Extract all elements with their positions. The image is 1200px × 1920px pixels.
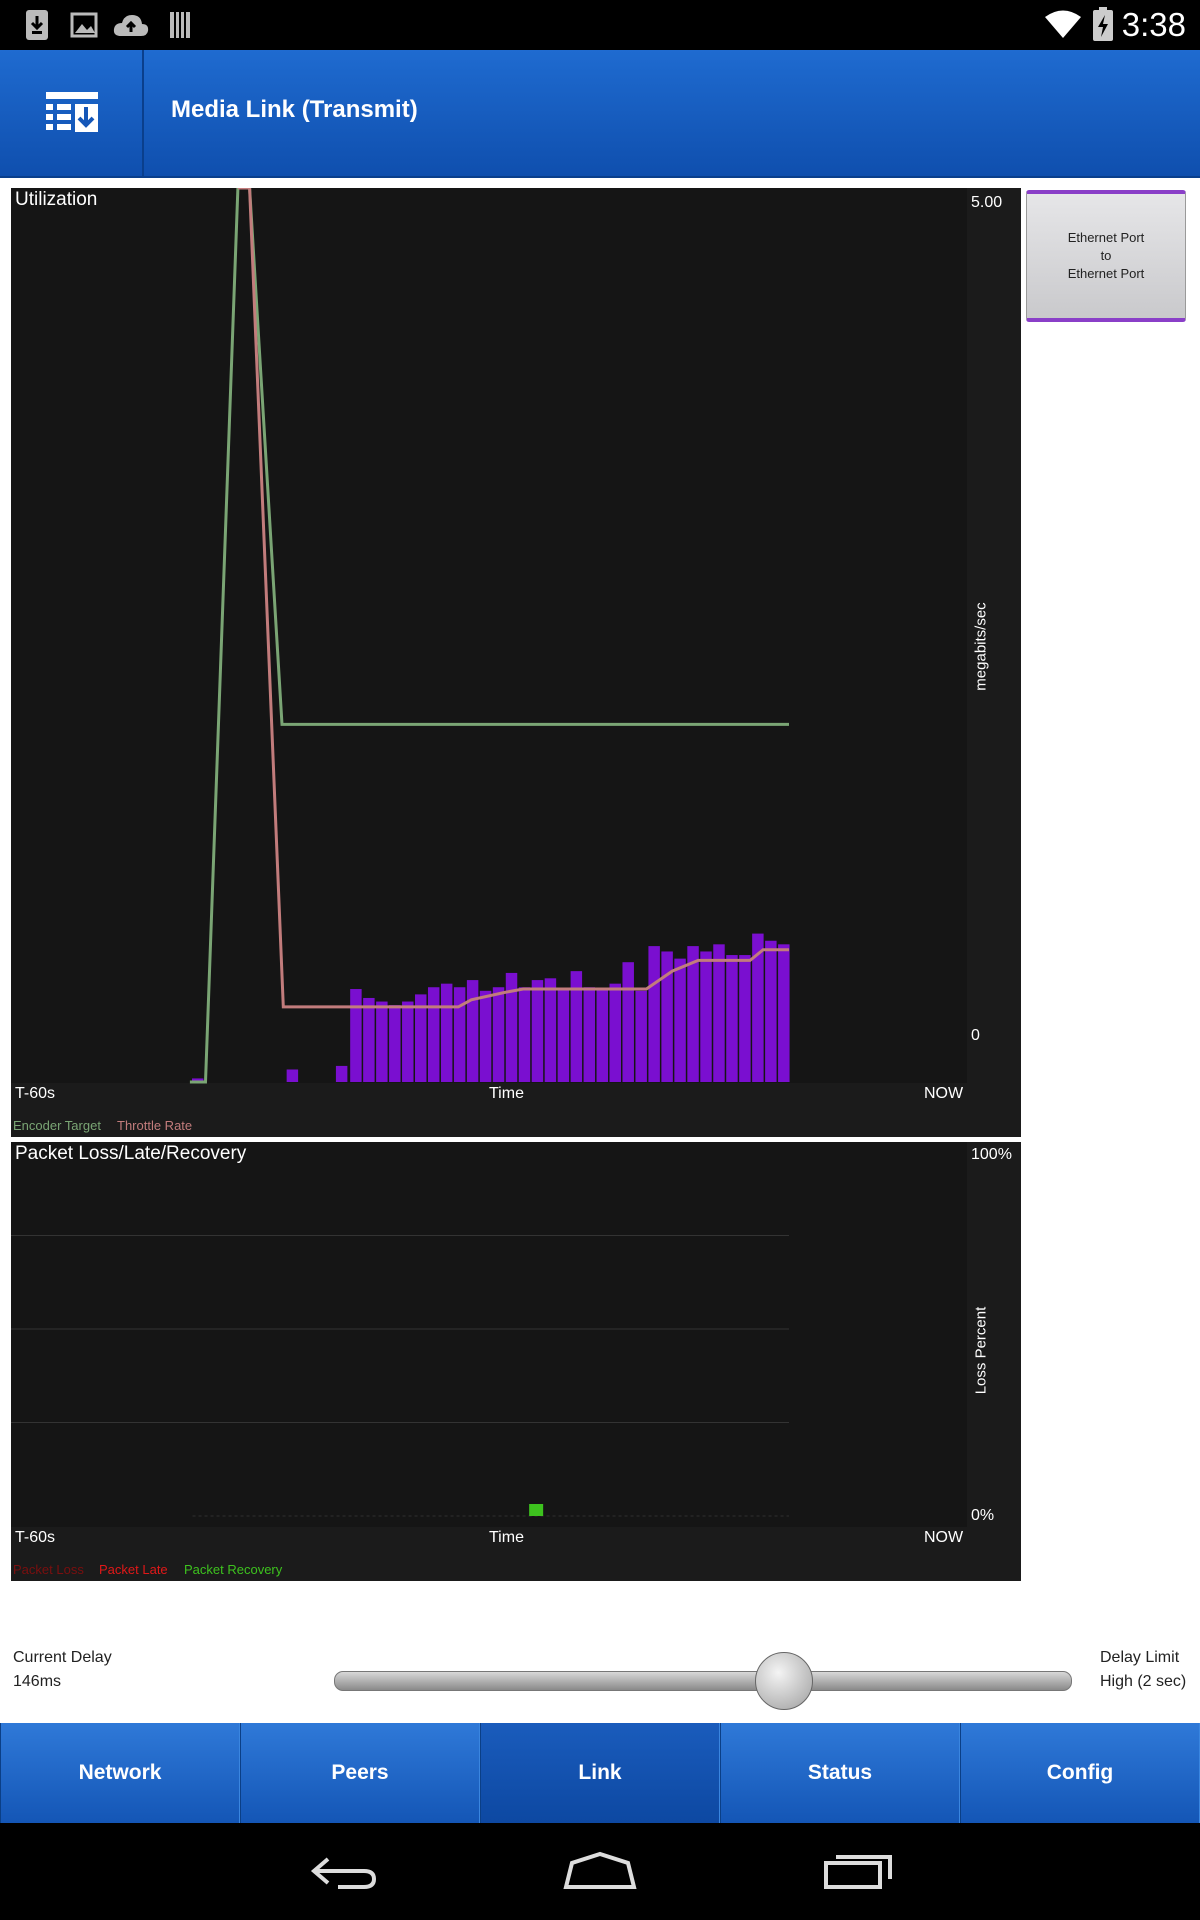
download-icon (26, 10, 48, 40)
y-min-label: 0% (971, 1507, 995, 1524)
tab-peers[interactable]: Peers (240, 1723, 480, 1823)
tab-config[interactable]: Config (960, 1723, 1200, 1823)
x-axis-label: Time (489, 1085, 524, 1102)
bottom-tab-bar: Network Peers Link Status Config (0, 1723, 1200, 1823)
utilization-bar (479, 990, 492, 1082)
delay-limit-label: Delay Limit (1100, 1649, 1180, 1666)
packet-loss-chart: Packet Loss/Late/Recovery 100% 0% Loss P… (11, 1142, 1021, 1581)
utilization-bar (609, 983, 621, 1082)
legend-packet-recovery: Packet Recovery (184, 1562, 283, 1577)
side-button-line2: to (1100, 248, 1112, 263)
utilization-bar (350, 989, 362, 1082)
utilization-bar (402, 1001, 414, 1082)
utilization-bar (376, 1001, 388, 1082)
delay-limit-value: High (2 sec) (1100, 1673, 1187, 1690)
utilization-bar (622, 962, 634, 1082)
recent-apps-icon[interactable] (822, 1851, 894, 1891)
ethernet-port-button[interactable]: Ethernet Port to Ethernet Port (1026, 190, 1186, 322)
utilization-bar (544, 978, 557, 1082)
image-icon (70, 12, 98, 38)
utilization-bar (557, 989, 570, 1082)
side-button-line1: Ethernet Port (1067, 230, 1145, 245)
utilization-bar (674, 958, 686, 1082)
x-start-label: T-60s (15, 1085, 56, 1102)
utilization-bar (739, 955, 751, 1082)
app-header: Media Link (Transmit) (0, 50, 1200, 178)
menu-button[interactable] (0, 50, 144, 176)
legend-packet-late: Packet Late (99, 1562, 168, 1577)
utilization-bar (648, 946, 660, 1082)
utilization-bar (765, 940, 777, 1082)
chart-title: Utilization (15, 189, 98, 210)
utilization-plot (11, 188, 1021, 1137)
utilization-bar (713, 944, 725, 1082)
y-min-label: 0 (971, 1027, 980, 1044)
tab-status[interactable]: Status (720, 1723, 960, 1823)
home-icon[interactable] (562, 1851, 638, 1891)
utilization-bar (778, 944, 790, 1082)
utilization-bar (440, 983, 453, 1082)
current-delay-value: 146ms (13, 1673, 62, 1690)
utilization-bar (726, 955, 738, 1082)
legend-encoder-target: Encoder Target (13, 1118, 101, 1133)
utilization-bar (286, 1069, 299, 1082)
delay-slider-track[interactable] (334, 1671, 1072, 1691)
current-delay-label: Current Delay (13, 1649, 112, 1666)
delay-slider-thumb[interactable] (754, 1652, 813, 1710)
page-title: Media Link (Transmit) (171, 96, 418, 123)
cloud-upload-icon (113, 15, 149, 36)
x-end-label: NOW (924, 1085, 964, 1102)
packet-loss-plot (11, 1142, 1021, 1581)
utilization-bar (687, 946, 699, 1082)
legend-packet-loss: Packet Loss (13, 1562, 84, 1577)
sd-card-icon (170, 12, 190, 38)
packet-recovery-bar (529, 1504, 544, 1516)
utilization-bar (518, 987, 531, 1082)
menu-download-icon (46, 92, 98, 132)
y-axis-label: Loss Percent (972, 1306, 990, 1395)
utilization-bar (389, 1005, 401, 1082)
battery-charging-icon (1093, 7, 1113, 41)
clock: 3:38 (1121, 6, 1186, 43)
utilization-chart: Utilization 5.00 0 megabits/sec T-60s Ti… (11, 188, 1021, 1137)
utilization-bar (635, 990, 647, 1082)
y-axis-label: megabits/sec (972, 602, 990, 691)
utilization-bar (335, 1065, 348, 1082)
utilization-bar (700, 951, 712, 1082)
x-end-label: NOW (924, 1529, 964, 1546)
status-bar: 3:38 (0, 0, 1200, 50)
y-max-label: 100% (971, 1146, 1012, 1163)
utilization-bar (427, 987, 440, 1082)
wifi-icon (1045, 10, 1081, 38)
chart-title: Packet Loss/Late/Recovery (15, 1143, 247, 1164)
back-icon[interactable] (308, 1855, 378, 1891)
legend-throttle-rate: Throttle Rate (117, 1118, 193, 1133)
utilization-bar (583, 987, 596, 1082)
x-start-label: T-60s (15, 1529, 56, 1546)
utilization-bar (466, 980, 479, 1082)
utilization-bar (363, 997, 375, 1082)
utilization-bar (596, 989, 609, 1082)
y-max-label: 5.00 (971, 194, 1003, 211)
side-button-line3: Ethernet Port (1067, 266, 1145, 281)
tab-network[interactable]: Network (0, 1723, 240, 1823)
utilization-bar (453, 987, 466, 1082)
utilization-bar (531, 980, 544, 1082)
x-axis-label: Time (489, 1529, 524, 1546)
system-nav-bar (0, 1823, 1200, 1920)
tab-link[interactable]: Link (480, 1723, 720, 1823)
utilization-bar (492, 987, 505, 1082)
